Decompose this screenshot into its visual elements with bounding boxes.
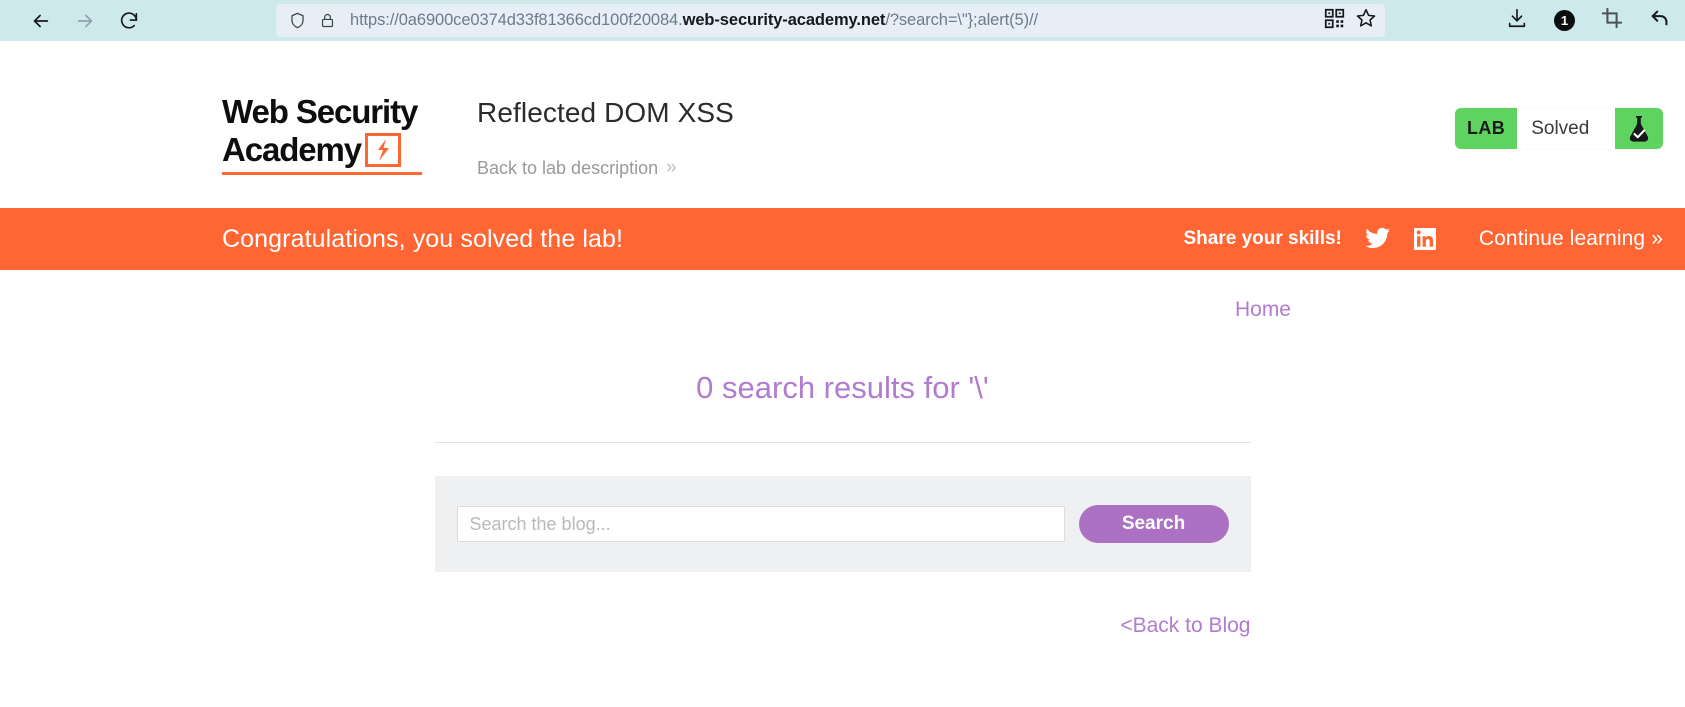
back-to-lab-description-link[interactable]: Back to lab description » [477,157,734,179]
logo-line-1: Web Security [222,93,418,130]
main-content: Home 0 search results for '\' Search <Ba… [0,270,1685,638]
logo-line-2: Academy [222,131,362,168]
double-chevron-right-icon: » [666,157,677,178]
address-bar[interactable]: https://0a6900ce0374d33f81366cd100f20084… [276,4,1385,37]
qr-code-icon[interactable] [1324,8,1345,34]
continue-learning-link[interactable]: Continue learning » [1479,227,1663,251]
search-results-heading: 0 search results for '\' [696,370,989,405]
crop-icon[interactable] [1601,7,1623,34]
browser-toolbar: https://0a6900ce0374d33f81366cd100f20084… [0,0,1685,41]
lab-tag-label: LAB [1467,118,1506,138]
search-button[interactable]: Search [1078,505,1229,543]
forward-arrow-icon [74,10,96,32]
banner-actions: Share your skills! Continue learning » [1183,227,1663,251]
download-icon[interactable] [1506,7,1528,34]
lock-icon[interactable] [312,6,342,36]
lightning-bolt-icon [365,133,402,167]
page-title: Reflected DOM XSS [477,97,734,128]
reload-icon [118,10,140,32]
linkedin-icon[interactable] [1413,227,1437,251]
search-input[interactable] [456,506,1065,542]
undo-arrow-icon[interactable] [1649,7,1671,34]
site-logo[interactable]: Web Security Academy [222,93,462,175]
reload-button[interactable] [114,6,144,36]
browser-extra-actions: 1 [1506,0,1671,41]
back-button[interactable] [26,6,56,36]
logo-line-2-row: Academy [222,131,462,169]
shield-icon[interactable] [282,6,312,36]
social-links [1364,227,1437,251]
solved-banner: Congratulations, you solved the lab! Sha… [0,208,1685,270]
divider [434,442,1251,443]
url-text[interactable]: https://0a6900ce0374d33f81366cd100f20084… [350,11,1038,30]
url-host: web-security-academy.net [682,11,886,29]
search-panel: Search [434,476,1251,572]
continue-learning-label: Continue learning [1478,227,1646,250]
share-skills-label: Share your skills! [1183,228,1342,249]
lab-title-block: Reflected DOM XSS Back to lab descriptio… [477,97,734,179]
star-icon[interactable] [1355,7,1377,34]
back-arrow-icon [30,10,52,32]
logo-underline [222,172,422,175]
lab-status-text: Solved [1517,108,1615,149]
notification-badge[interactable]: 1 [1554,10,1575,31]
flask-check-icon [1615,108,1663,149]
banner-message: Congratulations, you solved the lab! [222,224,624,253]
back-to-blog-link[interactable]: <Back to Blog [435,614,1250,638]
url-prefix: https://0a6900ce0374d33f81366cd100f20084… [350,11,683,29]
forward-button[interactable] [70,6,100,36]
browser-nav-buttons [26,6,144,36]
address-bar-actions [1324,7,1379,34]
back-to-lab-description-label: Back to lab description [477,157,659,178]
site-header: Web Security Academy Reflected DOM XSS B… [0,41,1685,208]
twitter-icon[interactable] [1364,227,1391,251]
url-suffix: /?search=\"};alert(5)// [885,11,1038,29]
double-chevron-right-icon: » [1651,227,1663,250]
lab-status-badge[interactable]: LAB Solved [1455,108,1663,149]
home-link[interactable]: Home [0,298,1685,322]
